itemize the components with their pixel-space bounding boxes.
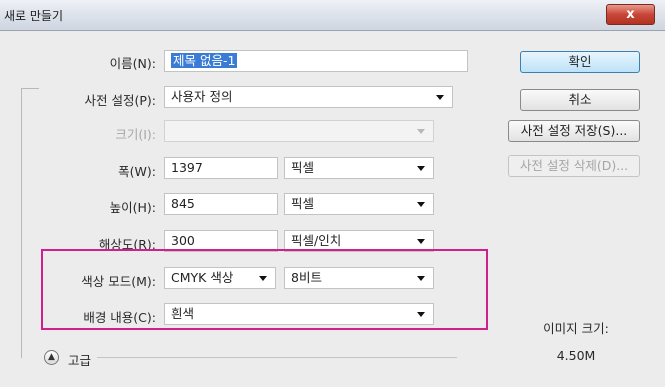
height-input[interactable]: 845: [164, 193, 278, 215]
height-label: 높이(H):: [109, 200, 156, 215]
advanced-divider: [97, 357, 457, 358]
height-unit-select[interactable]: 픽셀: [284, 193, 434, 215]
chevron-down-icon: [417, 166, 425, 171]
preset-label: 사전 설정(P):: [84, 93, 156, 108]
close-icon: x: [626, 7, 635, 22]
image-size-label: 이미지 크기:: [543, 321, 609, 336]
chevron-up-icon: ▲: [48, 352, 55, 362]
group-divider: [21, 88, 22, 358]
title-bar: 새로 만들기 x: [0, 0, 665, 31]
width-unit-select[interactable]: 픽셀: [284, 157, 434, 179]
save-preset-button[interactable]: 사전 설정 저장(S)...: [508, 120, 640, 142]
width-unit-value: 픽셀: [291, 160, 315, 175]
highlight-box: [41, 249, 488, 330]
preset-select[interactable]: 사용자 정의: [164, 86, 453, 108]
window-title: 새로 만들기: [4, 9, 64, 23]
advanced-label: 고급: [68, 353, 92, 368]
size-select[interactable]: [164, 120, 434, 142]
expand-advanced-button[interactable]: ▲: [44, 350, 59, 365]
chevron-down-icon: [417, 239, 425, 244]
chevron-down-icon: [417, 202, 425, 207]
resolution-unit-value: 픽셀/인치: [291, 233, 342, 248]
chevron-down-icon: [417, 129, 425, 134]
name-input[interactable]: 제목 없음-1: [164, 50, 468, 72]
cancel-button[interactable]: 취소: [520, 89, 640, 111]
name-label: 이름(N):: [109, 56, 156, 71]
width-input[interactable]: 1397: [164, 157, 278, 179]
group-divider: [21, 88, 39, 89]
close-button[interactable]: x: [606, 4, 655, 25]
name-value: 제목 없음-1: [171, 53, 238, 68]
chevron-down-icon: [436, 95, 444, 100]
delete-preset-button[interactable]: 사전 설정 삭제(D)...: [508, 155, 640, 177]
size-label: 크기(I):: [115, 127, 156, 142]
preset-value: 사용자 정의: [171, 89, 233, 104]
height-unit-value: 픽셀: [291, 196, 315, 211]
width-label: 폭(W):: [118, 164, 156, 179]
ok-button[interactable]: 확인: [520, 51, 640, 73]
image-size-value: 4.50M: [556, 348, 596, 363]
